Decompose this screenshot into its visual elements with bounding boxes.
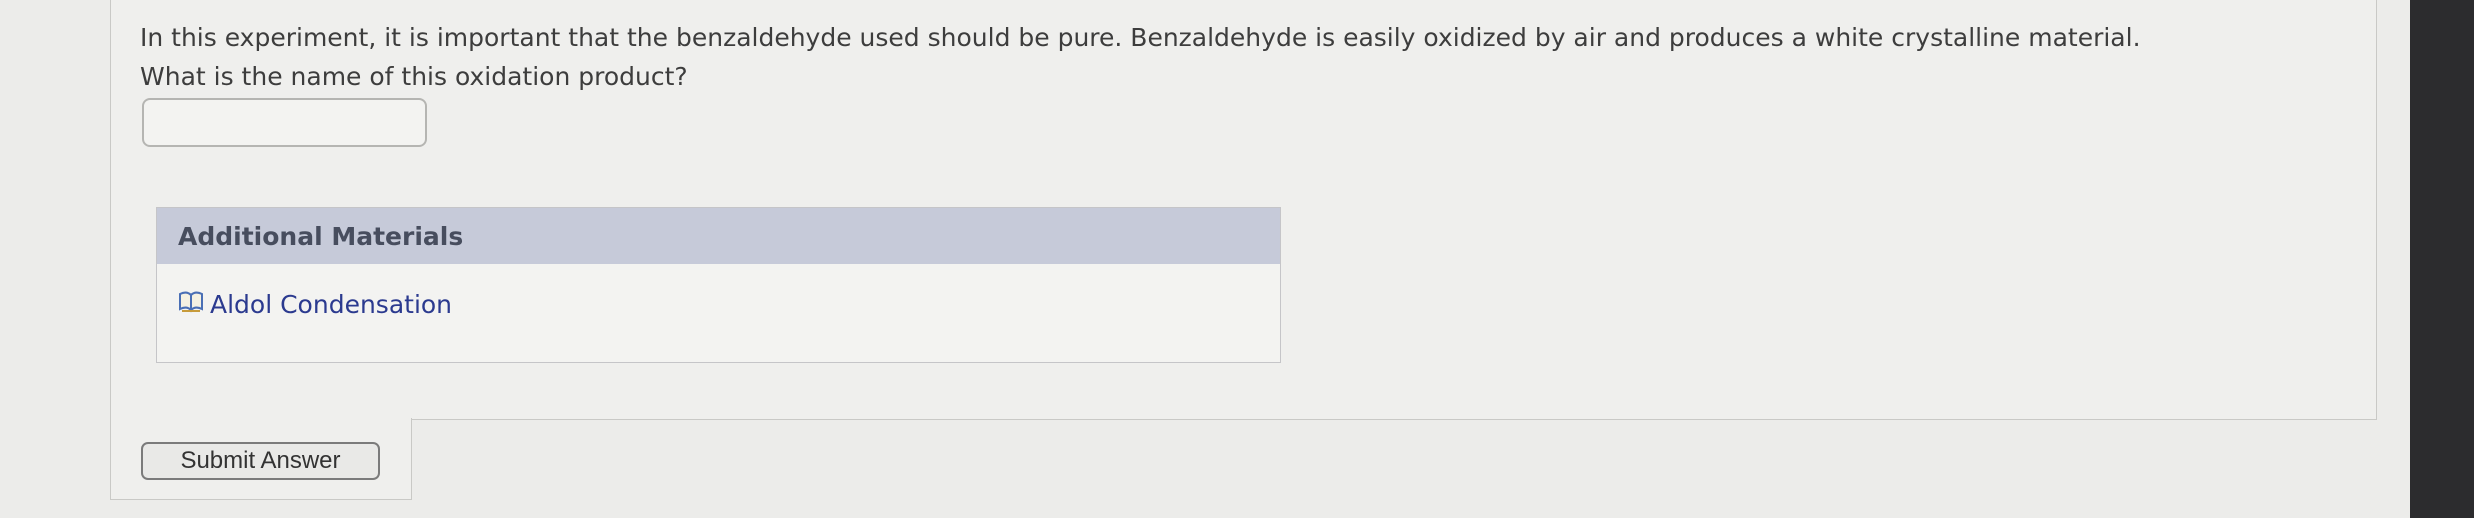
aldol-condensation-link[interactable]: Aldol Condensation (178, 290, 452, 319)
submit-answer-button[interactable]: Submit Answer (141, 442, 380, 480)
additional-materials-box: Additional Materials Aldol Condensation (156, 207, 1281, 363)
additional-materials-header: Additional Materials (157, 208, 1280, 264)
answer-input[interactable] (142, 98, 427, 147)
question-line-1: In this experiment, it is important that… (140, 23, 2141, 52)
book-icon (178, 290, 204, 319)
question-text: In this experiment, it is important that… (140, 18, 2360, 96)
window-edge (2410, 0, 2474, 518)
question-line-2: What is the name of this oxidation produ… (140, 62, 688, 91)
material-link-label: Aldol Condensation (210, 290, 453, 319)
